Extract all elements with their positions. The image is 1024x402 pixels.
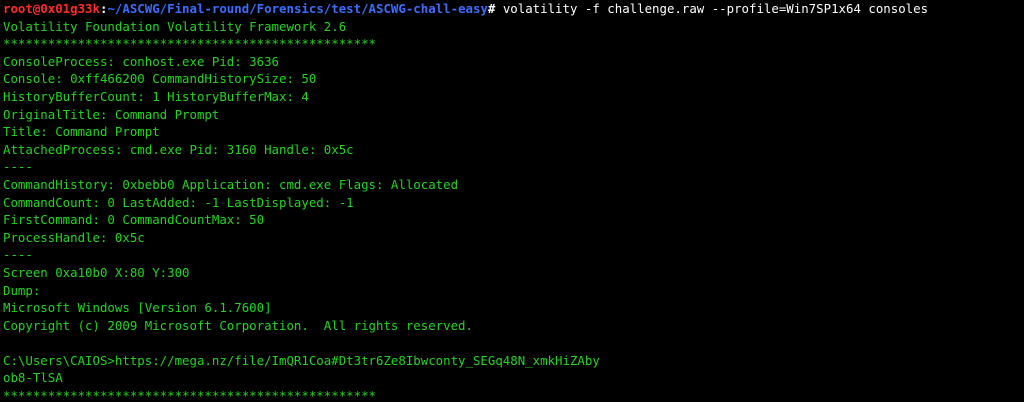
output-line-screen: Screen 0xa10b0 X:80 Y:300 bbox=[3, 264, 190, 280]
command-text: volatility -f challenge.raw --profile=Wi… bbox=[495, 1, 929, 16]
output-line-command-count: CommandCount: 0 LastAdded: -1 LastDispla… bbox=[3, 194, 354, 210]
output-line-first-command: FirstCommand: 0 CommandCountMax: 50 bbox=[3, 212, 265, 228]
output-line-console-process: ConsoleProcess: conhost.exe Pid: 3636 bbox=[3, 53, 280, 69]
terminal-window[interactable]: root@0x01g33k:~/ASCWG/Final-round/Forens… bbox=[3, 0, 1021, 402]
output-line-blank bbox=[3, 334, 1021, 352]
output-line-url-continued: ob8-TlSA bbox=[3, 370, 63, 386]
prompt-user-host: root@0x01g33k bbox=[3, 1, 100, 16]
output-line-dump: Dump: bbox=[3, 282, 41, 298]
output-line-banner: Volatility Foundation Volatility Framewo… bbox=[3, 18, 347, 34]
output-line-separator: ****************************************… bbox=[3, 36, 376, 52]
output-line-history-buffer: HistoryBufferCount: 1 HistoryBufferMax: … bbox=[3, 88, 309, 104]
output-line-process-handle: ProcessHandle: 0x5c bbox=[3, 229, 145, 245]
output-line-console: Console: 0xff466200 CommandHistorySize: … bbox=[3, 71, 317, 87]
output-line-url: C:\Users\CAIOS>https://mega.nz/file/ImQR… bbox=[3, 352, 600, 368]
output-line-copyright: Copyright (c) 2009 Microsoft Corporation… bbox=[3, 317, 473, 333]
output-line-divider: ---- bbox=[3, 159, 33, 175]
output-line-divider: ---- bbox=[3, 247, 33, 263]
prompt-path: ~/ASCWG/Final-round/Forensics/test/ASCWG… bbox=[107, 1, 488, 16]
output-line-title: Title: Command Prompt bbox=[3, 124, 160, 140]
output-line-original-title: OriginalTitle: Command Prompt bbox=[3, 106, 220, 122]
output-line-command-history: CommandHistory: 0xbebb0 Application: cmd… bbox=[3, 176, 459, 192]
output-line-separator-end: ****************************************… bbox=[3, 388, 376, 402]
output-line-windows-version: Microsoft Windows [Version 6.1.7600] bbox=[3, 300, 272, 316]
command-prompt-line: root@0x01g33k:~/ASCWG/Final-round/Forens… bbox=[3, 0, 1021, 18]
output-line-attached-process: AttachedProcess: cmd.exe Pid: 3160 Handl… bbox=[3, 141, 354, 157]
